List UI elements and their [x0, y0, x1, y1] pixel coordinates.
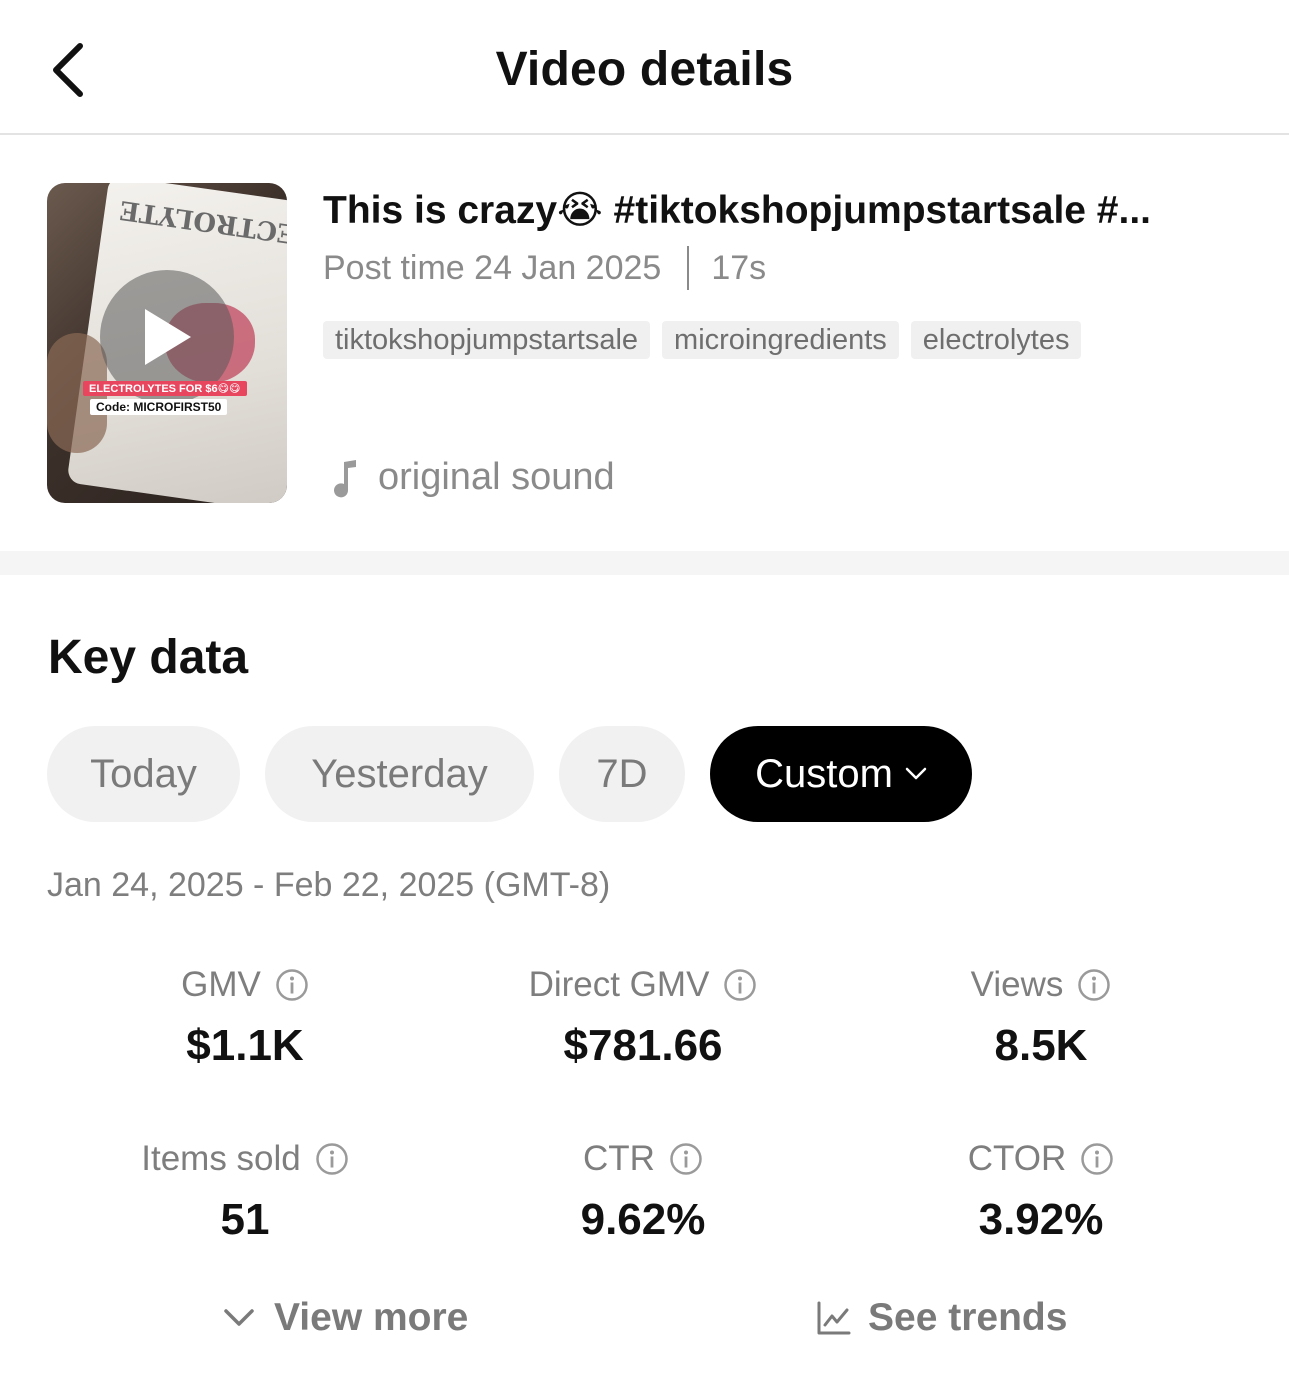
video-title: This is crazy😭 #tiktokshopjumpstartsale …	[323, 189, 1152, 232]
metric-label-text: Direct GMV	[528, 965, 710, 1004]
info-icon[interactable]	[669, 1142, 703, 1176]
post-time: Post time 24 Jan 2025	[323, 248, 662, 287]
play-icon	[145, 309, 191, 365]
metric-ctr: CTR 9.62%	[443, 1137, 843, 1245]
video-thumbnail[interactable]: ELECTROLYTE ELECTROLYTES FOR $6😋😋 Code: …	[47, 183, 287, 503]
info-icon[interactable]	[275, 968, 309, 1002]
metric-label-text: Items sold	[141, 1139, 301, 1178]
see-trends-button[interactable]: See trends	[816, 1296, 1067, 1340]
metric-value: $781.66	[563, 1021, 723, 1070]
metric-value: $1.1K	[186, 1021, 304, 1070]
tab-yesterday[interactable]: Yesterday	[265, 726, 534, 822]
metric-value: 51	[220, 1195, 270, 1244]
sound-label: original sound	[378, 456, 615, 498]
video-meta: Post time 24 Jan 2025 17s	[323, 246, 766, 290]
chevron-down-icon	[905, 767, 927, 780]
metric-label-text: GMV	[181, 965, 261, 1004]
video-details-page: Video details ELECTROLYTE ELECTROLYTES F…	[0, 0, 1289, 1395]
hashtag-chip[interactable]: electrolytes	[910, 321, 1082, 359]
metric-label: CTOR	[841, 1137, 1241, 1181]
info-icon[interactable]	[723, 968, 757, 1002]
metric-label-text: Views	[970, 965, 1064, 1004]
metric-items-sold: Items sold 51	[45, 1137, 445, 1245]
metric-label: CTR	[443, 1137, 843, 1181]
info-icon[interactable]	[1077, 968, 1111, 1002]
key-data-title: Key data	[48, 631, 249, 684]
sound-link[interactable]: original sound	[330, 456, 615, 499]
metric-ctor: CTOR 3.92%	[841, 1137, 1241, 1245]
thumbnail-sticker-promo: ELECTROLYTES FOR $6😋😋	[83, 381, 247, 396]
tab-custom-label: Custom	[755, 751, 893, 796]
date-range: Jan 24, 2025 - Feb 22, 2025 (GMT-8)	[47, 866, 611, 904]
tab-today[interactable]: Today	[47, 726, 240, 822]
hashtag-list: tiktokshopjumpstartsale microingredients…	[323, 321, 1082, 359]
video-duration: 17s	[711, 248, 767, 287]
metric-gmv: GMV $1.1K	[45, 963, 445, 1071]
metric-views: Views 8.5K	[841, 963, 1241, 1071]
metric-label: GMV	[45, 963, 445, 1007]
metric-value: 9.62%	[580, 1195, 706, 1244]
info-icon[interactable]	[315, 1142, 349, 1176]
info-icon[interactable]	[1080, 1142, 1114, 1176]
metric-value: 8.5K	[994, 1021, 1088, 1070]
metric-direct-gmv: Direct GMV $781.66	[443, 963, 843, 1071]
metric-label: Views	[841, 963, 1241, 1007]
metric-label-text: CTR	[583, 1139, 655, 1178]
page-title: Video details	[495, 43, 794, 96]
thumbnail-sticker-code: Code: MICROFIRST50	[90, 399, 228, 415]
hashtag-chip[interactable]: microingredients	[662, 321, 899, 359]
see-trends-label: See trends	[868, 1296, 1068, 1339]
header: Video details	[0, 0, 1289, 135]
trend-chart-icon	[817, 1301, 851, 1335]
view-more-label: View more	[274, 1296, 469, 1339]
tab-7d[interactable]: 7D	[559, 726, 685, 822]
hashtag-chip[interactable]: tiktokshopjumpstartsale	[323, 321, 651, 359]
metric-value: 3.92%	[978, 1195, 1104, 1244]
date-filter-tabs: Today Yesterday 7D Custom	[47, 726, 972, 822]
chevron-down-icon	[224, 1309, 254, 1326]
metric-label: Direct GMV	[443, 963, 843, 1007]
metric-label-text: CTOR	[967, 1139, 1067, 1178]
music-note-icon	[334, 459, 356, 497]
metric-label: Items sold	[45, 1137, 445, 1181]
tab-custom[interactable]: Custom	[710, 726, 972, 822]
meta-divider	[687, 246, 690, 290]
view-more-button[interactable]: View more	[222, 1296, 468, 1340]
video-info-section: ELECTROLYTE ELECTROLYTES FOR $6😋😋 Code: …	[0, 136, 1289, 550]
section-divider	[0, 551, 1289, 575]
